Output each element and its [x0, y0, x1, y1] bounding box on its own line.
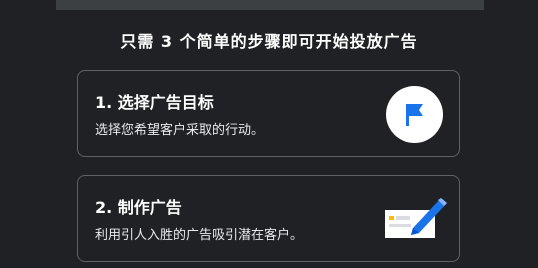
- step-description: 选择您希望客户采取的行动。: [95, 123, 265, 138]
- step-card-create-ad[interactable]: 2. 制作广告 利用引人入胜的广告吸引潜在客户。: [77, 175, 460, 262]
- page-title: 只需 3 个简单的步骤即可开始投放广告: [120, 32, 418, 51]
- step-card-goal[interactable]: 1. 选择广告目标 选择您希望客户采取的行动。: [77, 70, 460, 157]
- step-title: 1. 选择广告目标: [95, 93, 214, 112]
- step-title: 2. 制作广告: [95, 198, 182, 217]
- step-description: 利用引人入胜的广告吸引潜在客户。: [95, 228, 304, 243]
- top-strip: [56, 0, 484, 10]
- flag-icon: [386, 86, 443, 143]
- pencil-ad-icon: [383, 188, 449, 244]
